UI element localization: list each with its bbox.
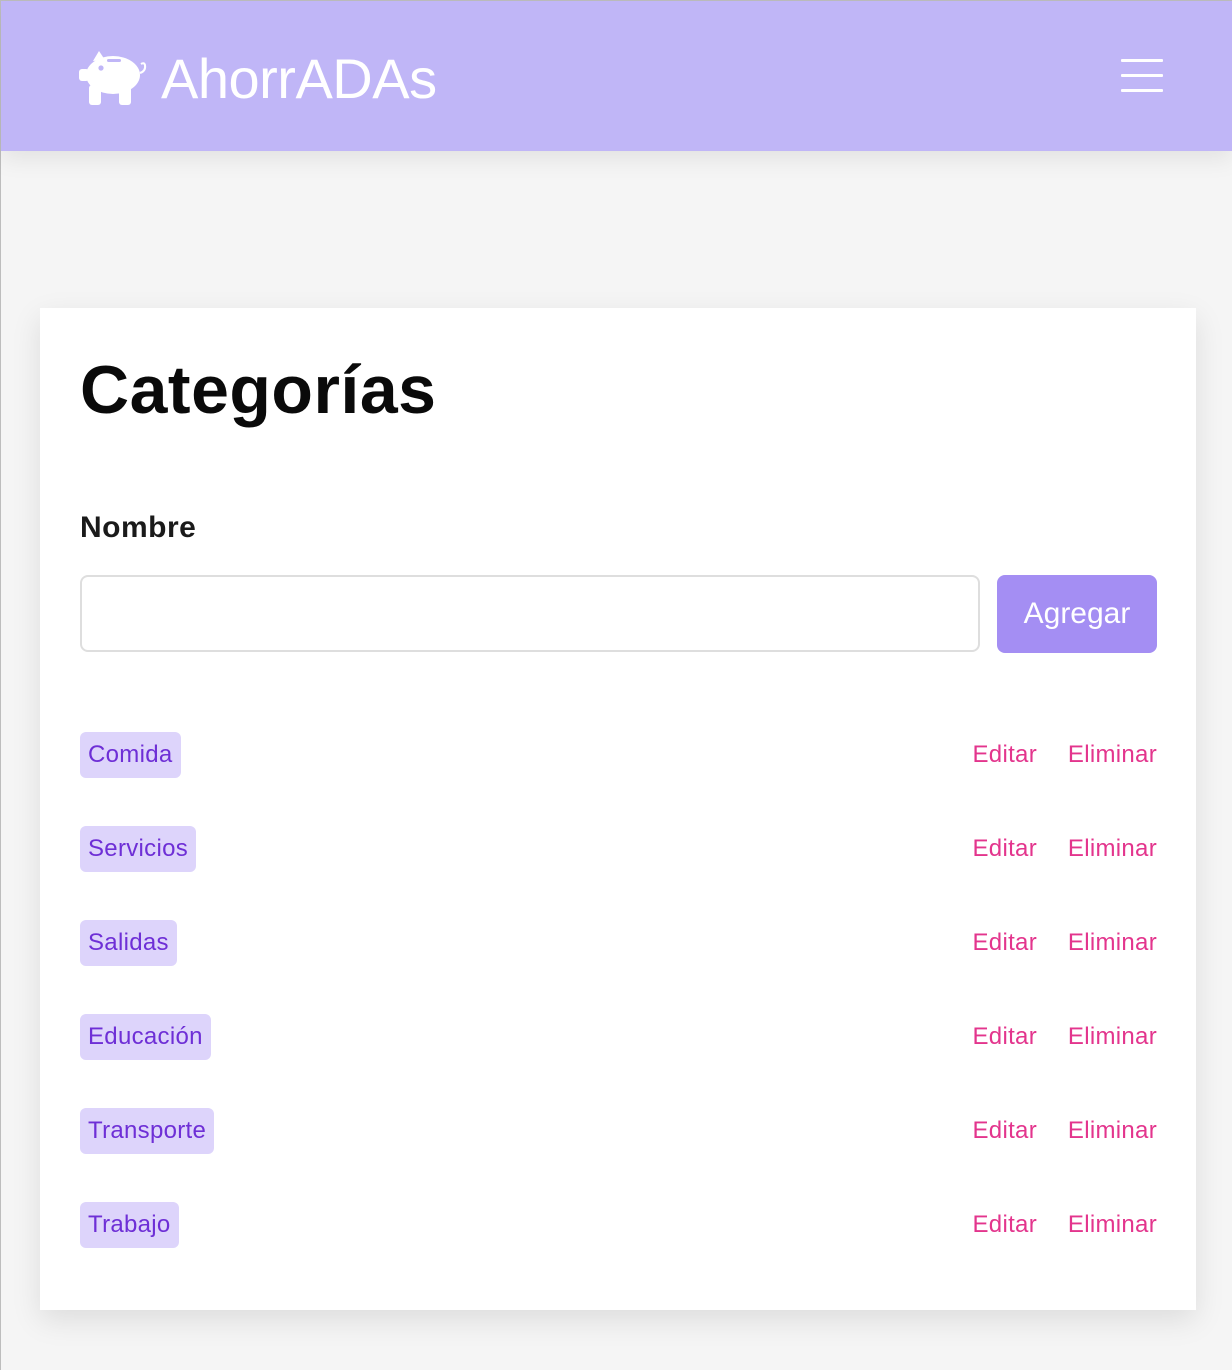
- delete-link[interactable]: Eliminar: [1068, 920, 1157, 966]
- delete-link[interactable]: Eliminar: [1068, 732, 1157, 778]
- category-name-input[interactable]: [80, 575, 980, 652]
- list-item: Educación Editar Eliminar: [80, 1013, 1157, 1107]
- navbar: AhorrADAs: [1, 1, 1232, 151]
- edit-link[interactable]: Editar: [973, 1202, 1038, 1248]
- brand[interactable]: AhorrADAs: [79, 49, 437, 109]
- category-tag: Salidas: [80, 920, 177, 966]
- list-item: Transporte Editar Eliminar: [80, 1107, 1157, 1201]
- category-tag: Transporte: [80, 1108, 215, 1154]
- list-item: Comida Editar Eliminar: [80, 731, 1157, 825]
- hamburger-menu-icon[interactable]: [1121, 57, 1163, 95]
- name-label: Nombre: [80, 511, 197, 544]
- category-tag: Trabajo: [80, 1202, 179, 1248]
- brand-name: AhorrADAs: [161, 47, 437, 110]
- categories-card: Categorías Nombre Agregar Comida Editar …: [40, 308, 1196, 1310]
- edit-link[interactable]: Editar: [973, 1014, 1038, 1060]
- delete-link[interactable]: Eliminar: [1068, 826, 1157, 872]
- page-title: Categorías: [80, 352, 437, 428]
- edit-link[interactable]: Editar: [973, 920, 1038, 966]
- edit-link[interactable]: Editar: [973, 1108, 1038, 1154]
- edit-link[interactable]: Editar: [973, 826, 1038, 872]
- list-item: Salidas Editar Eliminar: [80, 919, 1157, 1013]
- list-item: Trabajo Editar Eliminar: [80, 1201, 1157, 1295]
- category-list: Comida Editar Eliminar Servicios Editar …: [80, 731, 1157, 1295]
- delete-link[interactable]: Eliminar: [1068, 1014, 1157, 1060]
- delete-link[interactable]: Eliminar: [1068, 1108, 1157, 1154]
- category-tag: Educación: [80, 1014, 211, 1060]
- category-tag: Comida: [80, 732, 181, 778]
- delete-link[interactable]: Eliminar: [1068, 1202, 1157, 1248]
- list-item: Servicios Editar Eliminar: [80, 825, 1157, 919]
- piggy-bank-icon: [79, 51, 149, 107]
- add-category-button[interactable]: Agregar: [997, 575, 1157, 653]
- category-tag: Servicios: [80, 826, 197, 872]
- edit-link[interactable]: Editar: [973, 732, 1038, 778]
